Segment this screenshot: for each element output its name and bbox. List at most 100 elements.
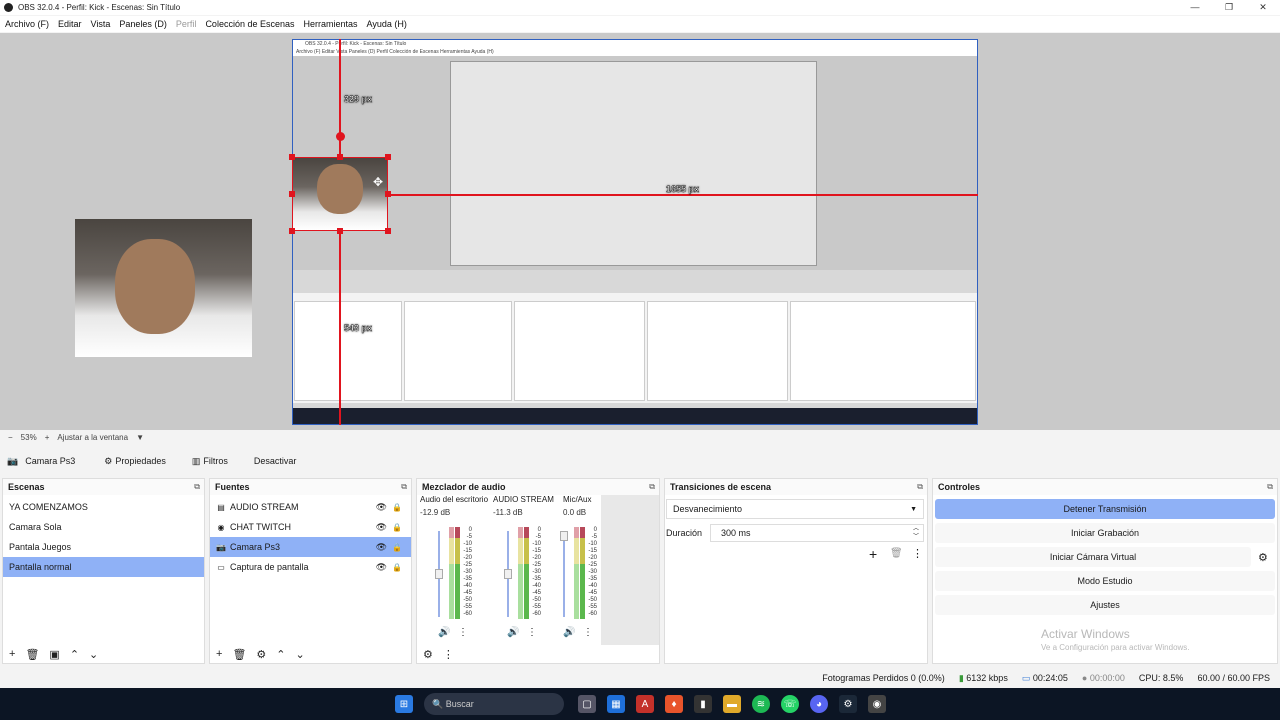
undock-icon[interactable]: ⧉ — [1267, 482, 1273, 492]
scene-filter-icon[interactable]: ▣ — [49, 648, 59, 661]
channel-menu-icon[interactable]: ⋮ — [458, 627, 468, 638]
gear-icon[interactable]: ⚙ — [1258, 551, 1268, 564]
steam-icon[interactable]: ⚙ — [839, 695, 857, 713]
lock-icon[interactable]: 🔒 — [392, 563, 402, 572]
menu-perfil[interactable]: Perfil — [176, 19, 197, 29]
brave-icon[interactable]: ♦ — [665, 695, 683, 713]
volume-fader[interactable] — [560, 531, 568, 617]
start-virtual-camera-button[interactable]: Iniciar Cámara Virtual — [935, 547, 1251, 567]
move-up-icon[interactable]: ⌃ — [70, 648, 79, 661]
fps: 60.00 / 60.00 FPS — [1197, 673, 1270, 683]
taskbar-search[interactable]: 🔍 Buscar — [424, 693, 564, 715]
camera-icon: 📷 — [7, 455, 19, 466]
scene-item[interactable]: YA COMENZAMOS — [3, 497, 204, 517]
trash-icon[interactable]: 🗑 — [890, 548, 903, 559]
move-down-icon[interactable]: ⌄ — [296, 648, 305, 661]
menu-vista[interactable]: Vista — [91, 19, 111, 29]
browser-icon: ◉ — [217, 522, 225, 532]
menu-ayuda[interactable]: Ayuda (H) — [367, 19, 407, 29]
close-button[interactable]: ✕ — [1246, 0, 1280, 15]
transition-menu-icon[interactable]: ⋮ — [912, 547, 923, 560]
audio-icon: ▤ — [217, 502, 225, 512]
db-tick-label: -20 — [463, 555, 472, 561]
add-source-icon[interactable]: + — [216, 648, 222, 660]
source-item[interactable]: ▤ AUDIO STREAM 👁 🔒 — [210, 497, 411, 517]
undock-icon[interactable]: ⧉ — [649, 482, 655, 492]
obs-taskbar-icon[interactable]: ◉ — [868, 695, 886, 713]
eye-icon[interactable]: 👁 — [376, 522, 387, 533]
store-icon[interactable]: ▦ — [607, 695, 625, 713]
title-bar: OBS 32.0.4 - Perfil: Kick - Escenas: Sin… — [0, 0, 1280, 15]
lock-icon[interactable]: 🔒 — [392, 503, 402, 512]
studio-mode-button[interactable]: Modo Estudio — [935, 571, 1275, 591]
properties-button[interactable]: ⚙ Propiedades — [96, 453, 174, 470]
preview-canvas[interactable]: OBS 32.0.4 - Perfil: Kick - Escenas: Sin… — [0, 33, 1280, 430]
folder-icon[interactable]: ▬ — [723, 695, 741, 713]
scene-item-selected[interactable]: Pantalla normal — [3, 557, 204, 577]
volume-fader[interactable] — [435, 531, 443, 617]
menu-paneles[interactable]: Paneles (D) — [119, 19, 167, 29]
scene-item[interactable]: Camara Sola — [3, 517, 204, 537]
undock-icon[interactable]: ⧉ — [194, 482, 200, 492]
app-icon[interactable]: ▮ — [694, 695, 712, 713]
menu-editar[interactable]: Editar — [58, 19, 82, 29]
settings-button[interactable]: Ajustes — [935, 595, 1275, 615]
undock-icon[interactable]: ⧉ — [917, 482, 923, 492]
selected-source-camara-ps3[interactable] — [292, 157, 388, 231]
eye-icon[interactable]: 👁 — [376, 562, 387, 573]
minimize-button[interactable]: — — [1178, 0, 1212, 15]
db-tick-label: -25 — [532, 562, 541, 568]
menu-herramientas[interactable]: Herramientas — [304, 19, 358, 29]
zoom-out-button[interactable]: − — [8, 433, 13, 442]
volume-fader[interactable] — [504, 531, 512, 617]
bitrate: ▮ 6132 kbps — [958, 672, 1008, 683]
add-transition-icon[interactable]: + — [869, 546, 877, 562]
level-meter — [574, 527, 579, 619]
menu-archivo[interactable]: Archivo (F) — [5, 19, 49, 29]
source-item[interactable]: ▭ Captura de pantalla 👁 🔒 — [210, 557, 411, 577]
windows-start-icon[interactable]: ⊞ — [395, 695, 413, 713]
eye-icon[interactable]: 👁 — [376, 502, 387, 513]
discord-icon[interactable]: ◕ — [810, 695, 828, 713]
add-scene-icon[interactable]: + — [9, 648, 15, 660]
speaker-icon[interactable]: 🔊 — [507, 627, 519, 638]
zoom-value: 53% — [20, 433, 37, 442]
scene-item[interactable]: Pantala Juegos — [3, 537, 204, 557]
spin-arrows-icon[interactable]: ︿ ﹀ — [913, 525, 919, 541]
transition-select[interactable]: Desvanecimiento ▼ — [666, 499, 924, 519]
trash-icon[interactable]: 🗑 — [232, 648, 246, 661]
spotify-icon[interactable]: ≋ — [752, 695, 770, 713]
source-item[interactable]: ◉ CHAT TWITCH 👁 🔒 — [210, 517, 411, 537]
channel-menu-icon[interactable]: ⋮ — [583, 627, 593, 638]
trash-icon[interactable]: 🗑 — [25, 648, 39, 661]
db-tick-label: -10 — [463, 541, 472, 547]
undock-icon[interactable]: ⧉ — [401, 482, 407, 492]
eye-icon[interactable]: 👁 — [376, 542, 387, 553]
db-scale: 0 -5 -10 -15 -20 -25 -30 -35 -40 -45 -50 -55 -60 — [458, 527, 472, 618]
duration-spinbox[interactable]: 300 ms ︿ ﹀ — [710, 524, 925, 542]
db-tick-label: 0 — [468, 527, 472, 533]
zoom-in-button[interactable]: + — [45, 433, 50, 442]
lock-icon[interactable]: 🔒 — [392, 543, 402, 552]
whatsapp-icon[interactable]: ☏ — [781, 695, 799, 713]
channel-menu-icon[interactable]: ⋮ — [527, 627, 537, 638]
speaker-icon[interactable]: 🔊 — [563, 627, 575, 638]
db-tick-label: -15 — [588, 548, 597, 554]
maximize-button[interactable]: ❐ — [1212, 0, 1246, 15]
gear-icon[interactable]: ⚙ — [256, 648, 266, 661]
move-down-icon[interactable]: ⌄ — [89, 648, 98, 661]
move-up-icon[interactable]: ⌃ — [276, 648, 285, 661]
deactivate-button[interactable]: Desactivar — [246, 453, 305, 469]
lock-icon[interactable]: 🔒 — [392, 523, 402, 532]
speaker-icon[interactable]: 🔊 — [438, 627, 450, 638]
filters-button[interactable]: ▥ Filtros — [184, 453, 236, 470]
stop-stream-button[interactable]: Detener Transmisión — [935, 499, 1275, 519]
acrobat-icon[interactable]: A — [636, 695, 654, 713]
menu-coleccion[interactable]: Colección de Escenas — [205, 19, 294, 29]
mixer-menu-icon[interactable]: ⋮ — [443, 648, 454, 661]
mixer-settings-icon[interactable]: ⚙ — [423, 648, 433, 661]
zoom-dropdown-icon[interactable]: ▼ — [136, 433, 144, 442]
start-recording-button[interactable]: Iniciar Grabación — [935, 523, 1275, 543]
task-view-icon[interactable]: ▢ — [578, 695, 596, 713]
source-item-selected[interactable]: 📷 Camara Ps3 👁 🔒 — [210, 537, 411, 557]
